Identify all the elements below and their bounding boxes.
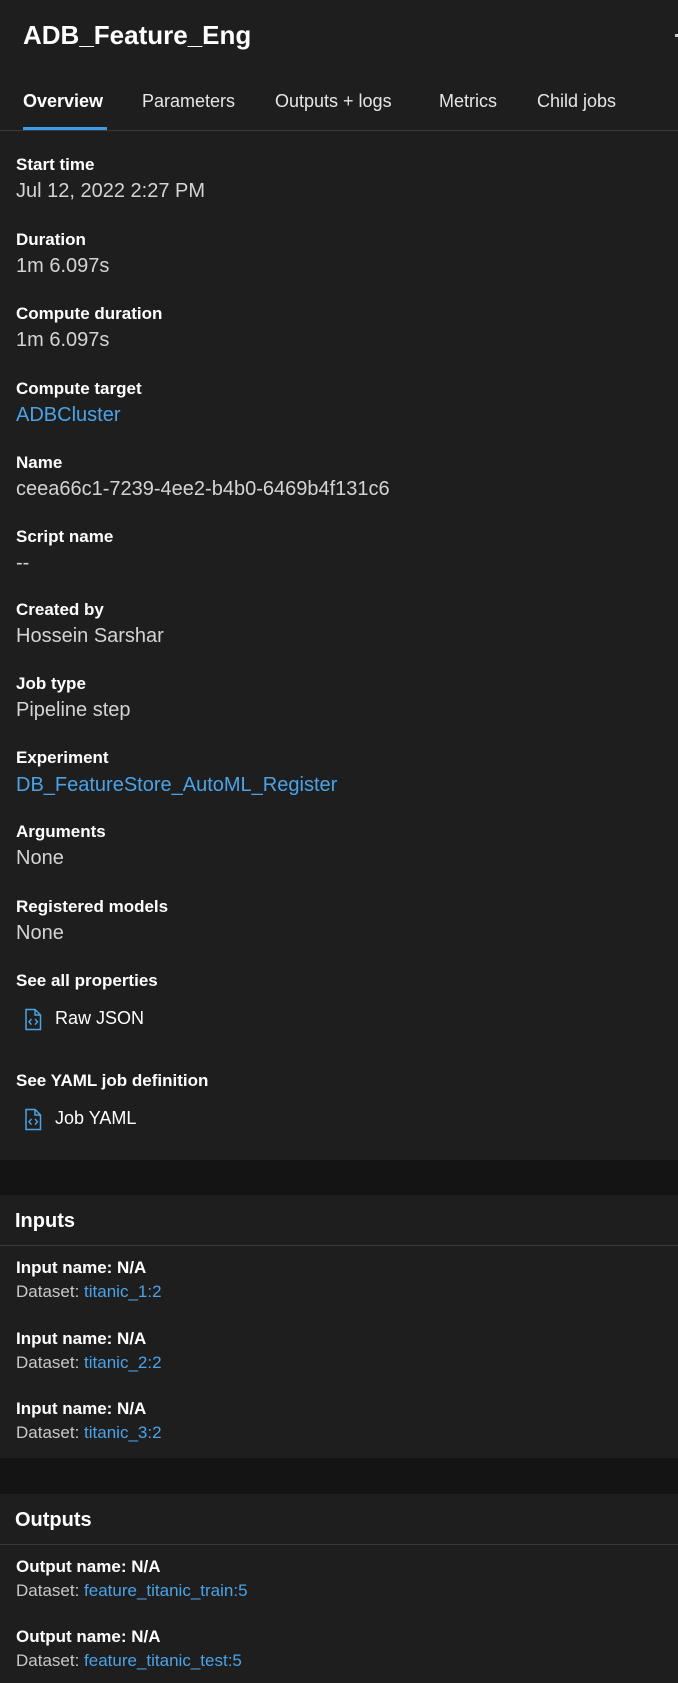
dataset-prefix: Dataset: [16,1651,85,1670]
duration-value: 1m 6.097s [16,255,110,277]
see-all-properties-label: See all properties [16,971,158,990]
duration-label: Duration [16,230,86,249]
output-dataset: Dataset: feature_titanic_train:5 [16,1581,248,1601]
inputs-panel: Inputs Input name: N/A Dataset: titanic_… [0,1195,678,1458]
job-type-label: Job type [16,674,86,693]
tab-overview[interactable]: Overview [23,91,103,112]
output-dataset-link[interactable]: feature_titanic_test:5 [84,1651,242,1670]
input-dataset-link[interactable]: titanic_2:2 [84,1353,162,1372]
inputs-divider [0,1245,678,1246]
input-dataset-link[interactable]: titanic_3:2 [84,1423,162,1442]
output-name: Output name: N/A [16,1627,161,1646]
input-name: Input name: N/A [16,1329,147,1348]
input-name: Input name: N/A [16,1258,147,1277]
outputs-divider [0,1544,678,1545]
output-name: Output name: N/A [16,1557,161,1576]
job-header: ADB_Feature_Eng Overview Parameters Outp… [0,0,678,131]
job-details-page: ADB_Feature_Eng Overview Parameters Outp… [0,0,678,1683]
output-dataset-link[interactable]: feature_titanic_train:5 [84,1581,248,1600]
created-by-label: Created by [16,600,104,619]
dataset-prefix: Dataset: [16,1353,85,1372]
start-time-value: Jul 12, 2022 2:27 PM [16,180,206,202]
arguments-value: None [16,847,64,869]
code-file-icon [25,1008,42,1031]
active-tab-indicator [23,127,107,130]
input-dataset: Dataset: titanic_1:2 [16,1282,162,1302]
compute-duration-value: 1m 6.097s [16,329,110,351]
dataset-prefix: Dataset: [16,1282,85,1301]
inputs-title: Inputs [15,1210,75,1232]
overview-panel: Start time Jul 12, 2022 2:27 PM Duration… [0,131,678,1160]
experiment-link[interactable]: DB_FeatureStore_AutoML_Register [16,774,337,797]
job-title: ADB_Feature_Eng [23,20,252,50]
tab-child-jobs[interactable]: Child jobs [537,91,616,112]
code-file-icon [25,1108,42,1131]
arguments-label: Arguments [16,822,106,841]
registered-models-value: None [16,922,64,944]
output-dataset: Dataset: feature_titanic_test:5 [16,1651,242,1671]
compute-target-link[interactable]: ADBCluster [16,404,120,427]
input-dataset: Dataset: titanic_3:2 [16,1423,162,1443]
compute-target-label: Compute target [16,379,142,398]
created-by-value: Hossein Sarshar [16,625,164,647]
input-dataset: Dataset: titanic_2:2 [16,1353,162,1373]
tab-parameters[interactable]: Parameters [142,91,235,112]
name-value: ceea66c1-7239-4ee2-b4b0-6469b4f131c6 [16,478,390,500]
tab-outputs-logs[interactable]: Outputs + logs [275,91,392,112]
name-label: Name [16,453,63,472]
job-type-value: Pipeline step [16,699,131,721]
input-name: Input name: N/A [16,1399,147,1418]
see-yaml-label: See YAML job definition [16,1071,209,1090]
outputs-panel: Outputs Output name: N/A Dataset: featur… [0,1494,678,1683]
compute-duration-label: Compute duration [16,304,163,323]
tab-bar: Overview Parameters Outputs + logs Metri… [0,88,678,130]
job-yaml-label: Job YAML [55,1108,137,1128]
start-time-label: Start time [16,155,95,174]
input-dataset-link[interactable]: titanic_1:2 [84,1282,162,1301]
dataset-prefix: Dataset: [16,1423,85,1442]
script-name-value: -- [16,552,30,574]
experiment-label: Experiment [16,748,109,767]
outputs-title: Outputs [15,1509,92,1531]
script-name-label: Script name [16,527,114,546]
raw-json-label: Raw JSON [55,1008,145,1028]
tab-metrics[interactable]: Metrics [439,91,497,112]
registered-models-label: Registered models [16,897,169,916]
dataset-prefix: Dataset: [16,1581,85,1600]
